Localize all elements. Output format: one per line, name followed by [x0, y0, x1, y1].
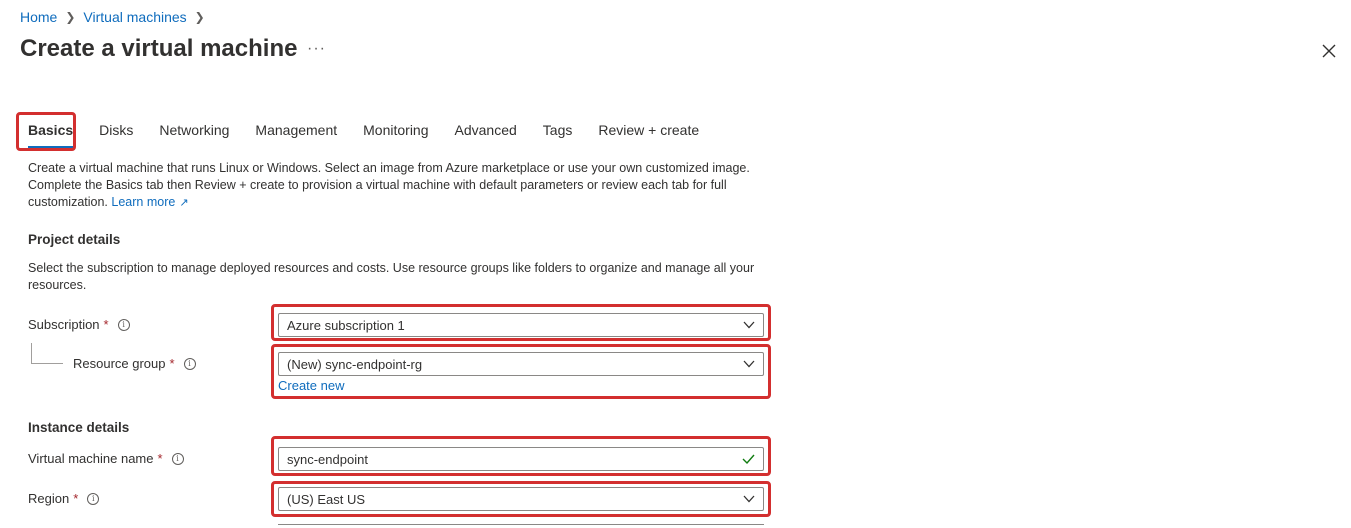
region-label: Region * i	[28, 491, 100, 506]
highlight-box-subscription	[271, 304, 771, 341]
tree-connector	[31, 363, 63, 364]
required-marker: *	[103, 317, 109, 332]
resource-group-label-text: Resource group	[73, 356, 166, 371]
vm-name-label: Virtual machine name * i	[28, 451, 184, 466]
close-icon[interactable]	[1320, 42, 1338, 60]
learn-more-link[interactable]: Learn more ↗	[111, 195, 188, 209]
breadcrumb-home[interactable]: Home	[20, 9, 57, 25]
learn-more-label: Learn more	[111, 195, 176, 209]
required-marker: *	[73, 491, 79, 506]
tab-management[interactable]: Management	[247, 114, 345, 150]
tab-review-create[interactable]: Review + create	[590, 114, 707, 150]
required-marker: *	[169, 356, 175, 371]
tab-advanced[interactable]: Advanced	[447, 114, 525, 150]
intro-description: Create a virtual machine that runs Linux…	[28, 160, 768, 212]
project-details-description: Select the subscription to manage deploy…	[28, 261, 755, 292]
info-icon[interactable]: i	[183, 357, 196, 370]
tab-tags[interactable]: Tags	[535, 114, 581, 150]
more-options-icon[interactable]: ···	[307, 40, 326, 58]
tab-disks[interactable]: Disks	[91, 114, 141, 150]
info-icon[interactable]: i	[117, 318, 130, 331]
highlight-box-basics-tab	[16, 112, 76, 151]
breadcrumb-separator-icon: ❯	[194, 10, 205, 24]
project-details-heading: Project details	[28, 232, 121, 247]
highlight-box-region	[271, 481, 771, 517]
highlight-box-resource-group	[271, 344, 771, 399]
breadcrumb-separator-icon: ❯	[65, 10, 76, 24]
required-marker: *	[157, 451, 163, 466]
tab-networking[interactable]: Networking	[151, 114, 237, 150]
highlight-box-vm-name	[271, 436, 771, 476]
region-label-text: Region	[28, 491, 70, 506]
subscription-label-text: Subscription	[28, 317, 100, 332]
breadcrumb: Home ❯ Virtual machines ❯	[20, 9, 213, 25]
subscription-label: Subscription * i	[28, 317, 130, 332]
resource-group-label: Resource group * i	[73, 356, 196, 371]
info-icon[interactable]: i	[171, 452, 184, 465]
instance-details-heading: Instance details	[28, 420, 130, 435]
tree-connector	[31, 343, 32, 363]
next-field-edge	[278, 524, 764, 528]
tab-list: Basics Disks Networking Management Monit…	[20, 114, 717, 150]
external-link-icon: ↗	[179, 197, 189, 209]
tab-monitoring[interactable]: Monitoring	[355, 114, 436, 150]
breadcrumb-virtual-machines[interactable]: Virtual machines	[83, 9, 186, 25]
vm-name-label-text: Virtual machine name	[28, 451, 154, 466]
page-title: Create a virtual machine	[20, 35, 298, 62]
info-icon[interactable]: i	[87, 492, 100, 505]
